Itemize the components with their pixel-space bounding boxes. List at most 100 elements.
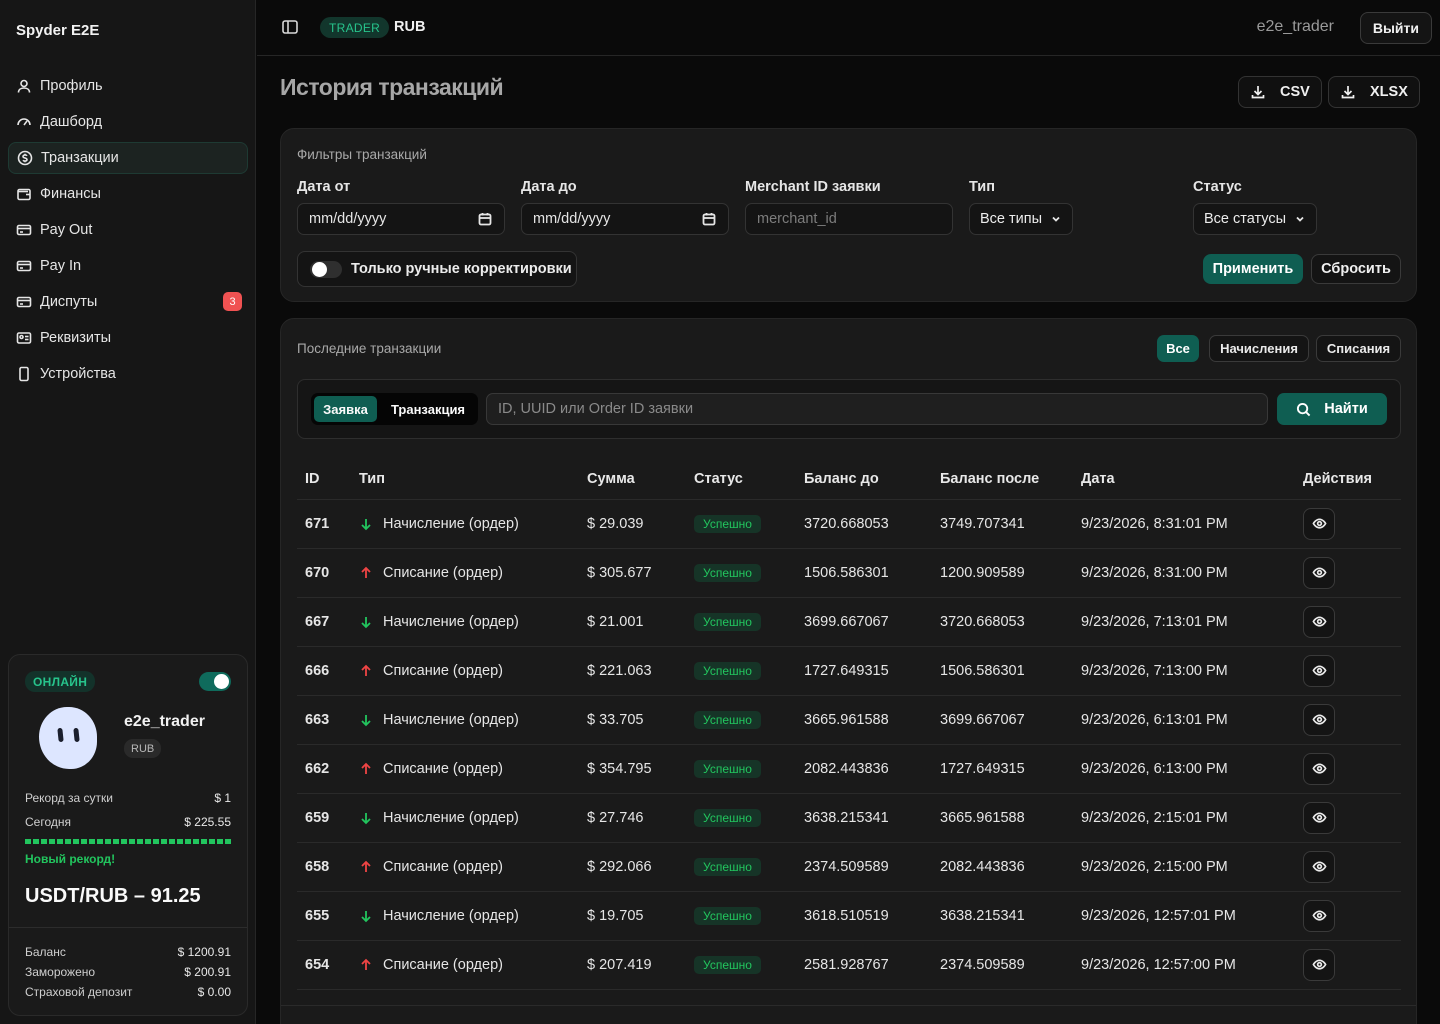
sidebar-item-label: Профиль: [40, 78, 103, 94]
status-badge: Успешно: [694, 857, 761, 876]
reset-button[interactable]: Сбросить: [1311, 254, 1401, 284]
col-actions: Действия: [1295, 459, 1401, 500]
manual-corrections-toggle[interactable]: Только ручные корректировки: [297, 251, 577, 287]
logout-button[interactable]: Выйти: [1359, 12, 1432, 44]
status-badge: Успешно: [694, 759, 761, 778]
table-row: 663 Начисление (ордер) $ 33.705 Успешно 3665…: [297, 695, 1401, 745]
today-row: Сегодня $ 225.55: [25, 815, 231, 829]
search-input[interactable]: ID, UUID или Order ID заявки: [486, 393, 1268, 425]
type-select[interactable]: Все типы: [969, 203, 1074, 235]
arrow-up-icon: [359, 566, 373, 580]
tab-all[interactable]: Все: [1157, 335, 1199, 362]
export-xlsx-button[interactable]: XLSX: [1328, 76, 1420, 108]
tx-type-cell: Списание (ордер): [351, 548, 579, 598]
tx-balance-before: 3720.668053: [796, 499, 932, 549]
type-label: Тип: [969, 179, 995, 195]
col-status: Статус: [686, 459, 796, 500]
transactions-panel: Последние транзакции Все Начисления Спис…: [280, 318, 1417, 1024]
tx-type: Начисление (ордер): [383, 515, 519, 532]
sidebar-item-1[interactable]: Профиль: [8, 70, 248, 102]
tx-id: 659: [297, 793, 351, 843]
status-badge: Успешно: [694, 906, 761, 925]
brand-name: Spyder E2E: [16, 22, 100, 39]
view-details-button[interactable]: [1303, 752, 1335, 785]
view-details-button[interactable]: [1303, 948, 1335, 981]
eye-icon: [1311, 861, 1327, 872]
sidebar-item-4[interactable]: Финансы: [8, 178, 248, 210]
tx-type: Списание (ордер): [383, 760, 503, 777]
tx-type-cell: Начисление (ордер): [351, 891, 579, 941]
tx-balance-before: 1506.586301: [796, 548, 932, 598]
avatar: [39, 707, 97, 769]
manual-toggle-switch[interactable]: [310, 260, 342, 278]
date-to-input[interactable]: mm/dd/yyyy: [521, 203, 729, 235]
online-toggle[interactable]: [199, 672, 231, 691]
view-details-button[interactable]: [1303, 556, 1335, 589]
date-from-input[interactable]: mm/dd/yyyy: [297, 203, 505, 235]
phone-icon: [16, 366, 32, 382]
tx-type: Начисление (ордер): [383, 613, 519, 630]
status-select[interactable]: Все статусы: [1193, 203, 1318, 235]
tx-balance-after: 2374.509589: [932, 940, 1073, 990]
date-from-value: mm/dd/yyyy: [309, 211, 387, 227]
status-badge: Успешно: [694, 514, 761, 533]
record-row: Рекорд за сутки $ 1: [25, 791, 231, 805]
status-badge: Успешно: [694, 661, 761, 680]
table-row: 655 Начисление (ордер) $ 19.705 Успешно 3618…: [297, 891, 1401, 941]
transactions-title: Последние транзакции: [297, 341, 442, 356]
arrow-down-icon: [359, 713, 373, 727]
view-details-button[interactable]: [1303, 654, 1335, 687]
sidebar-item-9[interactable]: Устройства: [8, 358, 248, 390]
eye-icon: [1311, 763, 1327, 774]
tx-balance-after: 2082.443836: [932, 842, 1073, 892]
tx-id: 666: [297, 646, 351, 696]
view-details-button[interactable]: [1303, 850, 1335, 883]
tx-type-cell: Списание (ордер): [351, 646, 579, 696]
calendar-icon[interactable]: [478, 212, 492, 226]
tx-status-cell: Успешно: [686, 793, 796, 843]
search-mode-transaction[interactable]: Транзакция: [381, 396, 475, 422]
view-details-button[interactable]: [1303, 899, 1335, 932]
tx-status-cell: Успешно: [686, 548, 796, 598]
sidebar-item-5[interactable]: Pay Out: [8, 214, 248, 246]
sidebar-item-label: Pay Out: [40, 222, 93, 238]
view-details-button[interactable]: [1303, 605, 1335, 638]
download-icon: [1251, 86, 1265, 99]
sidebar-item-2[interactable]: Дашборд: [8, 106, 248, 138]
sidebar-item-label: Диспуты: [40, 294, 98, 310]
merchant-id-input[interactable]: merchant_id: [745, 203, 953, 235]
find-button[interactable]: Найти: [1277, 393, 1387, 425]
filters-panel: Фильтры транзакций Дата от mm/dd/yyyy Да…: [280, 128, 1417, 302]
tx-date: 9/23/2026, 6:13:01 PM: [1073, 695, 1295, 745]
view-details-button[interactable]: [1303, 801, 1335, 834]
download-icon: [1341, 86, 1355, 99]
apply-button[interactable]: Применить: [1203, 254, 1303, 284]
card-in-icon: [16, 258, 32, 274]
tx-type: Начисление (ордер): [383, 907, 519, 924]
tx-date: 9/23/2026, 6:13:00 PM: [1073, 744, 1295, 794]
table-row: 658 Списание (ордер) $ 292.066 Успешно 2374.…: [297, 842, 1401, 892]
today-value: $ 225.55: [184, 815, 231, 829]
view-details-button[interactable]: [1303, 703, 1335, 736]
export-csv-button[interactable]: CSV: [1238, 76, 1322, 108]
tab-credits[interactable]: Начисления: [1209, 335, 1309, 362]
view-details-button[interactable]: [1303, 507, 1335, 540]
chevron-down-icon: [1052, 216, 1060, 222]
tx-date: 9/23/2026, 12:57:01 PM: [1073, 891, 1295, 941]
date-to-value: mm/dd/yyyy: [533, 211, 611, 227]
sidebar-item-6[interactable]: Pay In: [8, 250, 248, 282]
id-card-icon: [16, 330, 32, 346]
sidebar-item-8[interactable]: Реквизиты: [8, 322, 248, 354]
status-badge: Успешно: [694, 563, 761, 582]
tab-debits[interactable]: Списания: [1316, 335, 1401, 362]
balance-value: $ 1200.91: [177, 945, 231, 959]
sidebar-item-label: Финансы: [40, 186, 101, 202]
online-status-badge: ОНЛАЙН: [25, 671, 96, 692]
sidebar-toggle-icon[interactable]: [281, 18, 299, 36]
sidebar-item-7[interactable]: Диспуты 3: [8, 286, 248, 318]
search-bar: Заявка Транзакция ID, UUID или Order ID …: [297, 379, 1401, 439]
search-mode-order[interactable]: Заявка: [314, 396, 377, 422]
calendar-icon[interactable]: [702, 212, 716, 226]
sidebar-item-3[interactable]: Транзакции: [8, 142, 248, 174]
tx-balance-before: 3618.510519: [796, 891, 932, 941]
